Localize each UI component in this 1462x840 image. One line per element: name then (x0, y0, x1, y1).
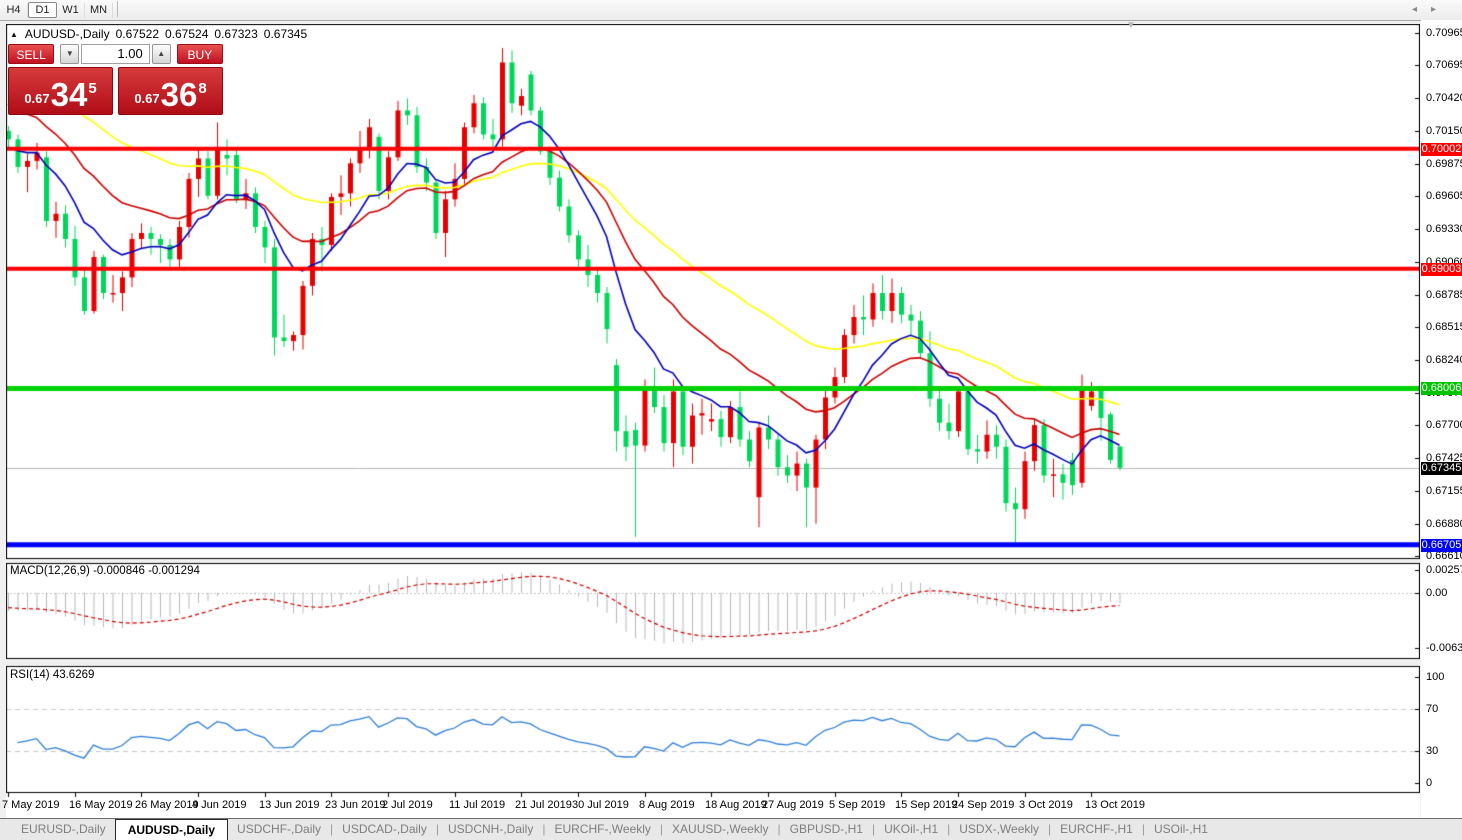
chart-tab-eurchf-weekly[interactable]: EURCHF-,Weekly (545, 819, 659, 840)
date-axis-label: 3 Oct 2019 (1019, 799, 1073, 811)
chart-tab-usoil-h1[interactable]: USOil-,H1 (1145, 819, 1217, 840)
date-axis-label: 27 Aug 2019 (762, 799, 824, 811)
price-level-badge: 0.68006 (1421, 382, 1462, 395)
ohlc-high: 0.67524 (165, 27, 209, 41)
chart-tab-usdchf-daily[interactable]: USDCHF-,Daily (228, 819, 330, 840)
chart-tab-usdx-weekly[interactable]: USDX-,Weekly (950, 819, 1048, 840)
chart-tab-eurusd-daily[interactable]: EURUSD-,Daily (12, 819, 115, 840)
price-level-badge: 0.66705 (1421, 539, 1462, 552)
price-level-badge: 0.67345 (1421, 462, 1462, 475)
timeframe-button-mn[interactable]: MN (85, 3, 113, 18)
date-axis-label: 16 May 2019 (69, 799, 133, 811)
volume-increase-button[interactable]: ▲ (151, 44, 171, 64)
chart-shift-marker-icon[interactable]: ▼ (1126, 20, 1136, 31)
date-axis-label: 26 May 2019 (135, 799, 199, 811)
one-click-trading-widget: SELL ▼ 1.00 ▲ BUY 0.67 34 5 0.67 36 8 (8, 44, 223, 115)
chevron-down-icon: ▼ (65, 49, 74, 58)
price-axis-label: 0.69875 (1426, 158, 1462, 170)
date-axis-label: 23 Jun 2019 (325, 799, 386, 811)
macd-axis-label: 0.002574 (1426, 564, 1462, 576)
timeframe-button-d1[interactable]: D1 (28, 2, 57, 18)
tab-scroll-arrows[interactable]: ◂▸ (1412, 4, 1450, 15)
ohlc-open: 0.67522 (115, 27, 159, 41)
timeframe-toolbar: H4 D1 W1 MN (0, 0, 1462, 21)
price-axis-label: 0.67155 (1426, 485, 1462, 497)
price-axis-label: 0.70965 (1426, 27, 1462, 39)
chart-tab-audusd-daily[interactable]: AUDUSD-,Daily (114, 819, 229, 840)
date-axis-label: 4 Jun 2019 (192, 799, 247, 811)
price-axis-label: 0.68785 (1426, 289, 1462, 301)
price-axis-label: 0.70695 (1426, 59, 1462, 71)
buy-button[interactable]: BUY (176, 44, 223, 64)
chevron-up-icon: ▲ (157, 49, 166, 58)
timeframe-button-h4[interactable]: H4 (0, 3, 28, 18)
date-axis-label: 2 Jul 2019 (382, 799, 433, 811)
date-axis-label: 18 Aug 2019 (705, 799, 767, 811)
chart-symbol-period: AUDUSD-,Daily (24, 27, 110, 41)
price-axis-label: 0.70420 (1426, 92, 1462, 104)
chart-tab-usdcnh-daily[interactable]: USDCNH-,Daily (439, 819, 542, 840)
ohlc-low: 0.67323 (214, 27, 258, 41)
date-axis-label: 8 Aug 2019 (639, 799, 695, 811)
macd-axis-label: -0.006326 (1426, 642, 1462, 654)
price-axis-label: 0.69605 (1426, 190, 1462, 202)
date-axis-label: 11 Jul 2019 (449, 799, 506, 811)
chart-tabs-bar: EURUSD-,Daily AUDUSD-,Daily USDCHF-,Daily |… (0, 818, 1462, 840)
date-axis-label: 7 May 2019 (2, 799, 60, 811)
chart-tab-xauusd-weekly[interactable]: XAUUSD-,Weekly (663, 819, 777, 840)
price-axis-label: 0.66880 (1426, 518, 1462, 530)
ohlc-close: 0.67345 (263, 27, 308, 41)
rsi-axis-label: 0 (1426, 777, 1433, 789)
toolbar-divider (117, 0, 118, 17)
buy-price-pip: 8 (198, 80, 207, 97)
price-axis-label: 0.69330 (1426, 223, 1462, 235)
sell-button[interactable]: SELL (8, 44, 55, 64)
chart-tab-ukoil-h1[interactable]: UKOil-,H1 (875, 819, 947, 840)
macd-axis-label: 0.00 (1426, 587, 1448, 599)
rsi-axis-label: 100 (1426, 671, 1445, 683)
price-axis-label: 0.70150 (1426, 125, 1462, 137)
date-axis-label: 15 Sep 2019 (895, 799, 958, 811)
rsi-axis-label: 30 (1426, 745, 1439, 757)
collapse-triangle-icon[interactable]: ▲ (10, 30, 18, 39)
volume-decrease-button[interactable]: ▼ (60, 44, 80, 64)
rsi-indicator-label: RSI(14) 43.6269 (10, 669, 95, 681)
sell-price-prefix: 0.67 (24, 91, 50, 106)
date-axis-label: 13 Jun 2019 (259, 799, 320, 811)
chart-tab-eurchf-h1[interactable]: EURCHF-,H1 (1051, 819, 1142, 840)
price-level-badge: 0.69003 (1421, 263, 1462, 276)
macd-indicator-label: MACD(12,26,9) -0.000846 -0.001294 (10, 565, 200, 577)
chart-tab-gbpusd-h1[interactable]: GBPUSD-,H1 (781, 819, 872, 840)
price-chart-canvas[interactable] (6, 24, 1420, 818)
price-axis-label: 0.68515 (1426, 321, 1462, 333)
sell-price-box[interactable]: 0.67 34 5 (8, 67, 113, 115)
volume-input[interactable]: 1.00 (81, 44, 150, 64)
price-level-badge: 0.70002 (1421, 143, 1462, 156)
date-axis-label: 21 Jul 2019 (515, 799, 572, 811)
date-axis-label: 30 Jul 2019 (572, 799, 629, 811)
buy-price-box[interactable]: 0.67 36 8 (118, 67, 223, 115)
buy-price-big: 36 (160, 76, 198, 113)
rsi-axis-label: 70 (1426, 703, 1439, 715)
chart-title: ▲ AUDUSD-,Daily 0.67522 0.67524 0.67323 0.673… (10, 27, 307, 41)
chart-tab-usdcad-daily[interactable]: USDCAD-,Daily (333, 819, 436, 840)
sell-price-pip: 5 (88, 80, 97, 97)
date-axis-label: 13 Oct 2019 (1085, 799, 1145, 811)
price-axis-label: 0.67700 (1426, 419, 1462, 431)
timeframe-button-w1[interactable]: W1 (57, 3, 85, 18)
date-axis-label: 24 Sep 2019 (952, 799, 1015, 811)
date-axis-label: 5 Sep 2019 (829, 799, 886, 811)
mt4-window: H4 D1 W1 MN ▲ AUDUSD-,Daily 0.67522 0.67524 0.6… (0, 0, 1462, 840)
buy-price-prefix: 0.67 (134, 91, 160, 106)
sell-price-big: 34 (50, 76, 88, 113)
price-axis-label: 0.68240 (1426, 354, 1462, 366)
